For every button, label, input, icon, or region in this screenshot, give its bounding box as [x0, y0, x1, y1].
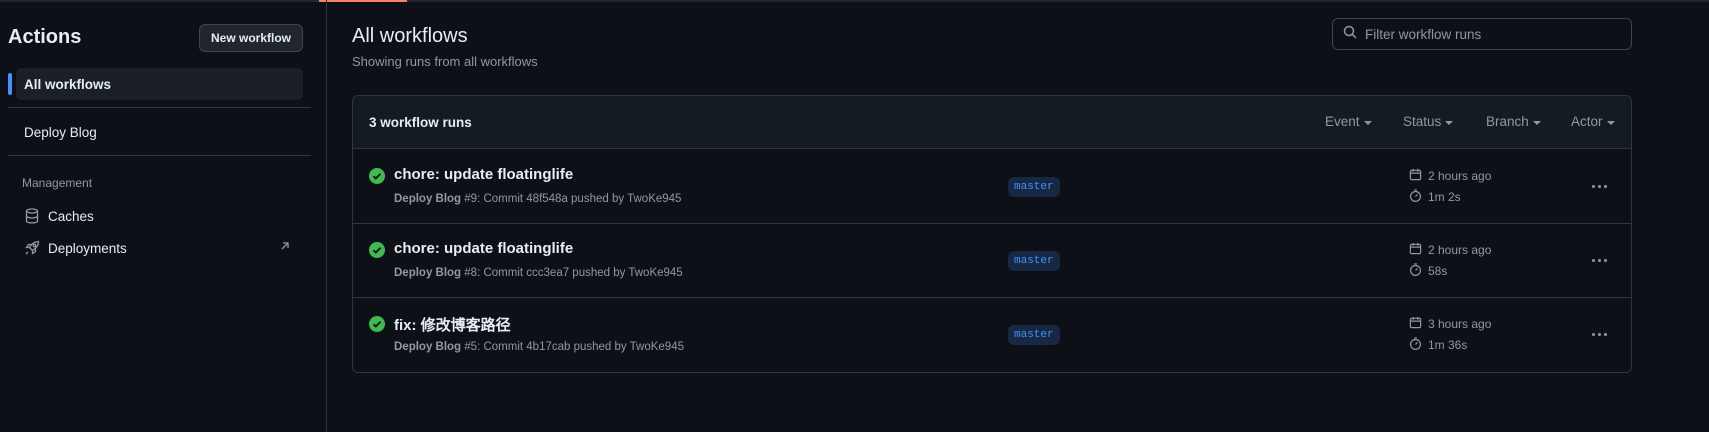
run-title[interactable]: chore: update floatinglife — [394, 240, 573, 257]
more-options-button[interactable] — [1587, 176, 1611, 196]
run-workflow-name: Deploy Blog — [394, 341, 462, 353]
sidebar-divider — [8, 155, 311, 156]
sidebar-item-label: Caches — [48, 208, 94, 224]
success-check-icon — [369, 242, 385, 258]
calendar-icon — [1409, 168, 1422, 184]
workflow-run-row[interactable]: chore: update floatinglife Deploy Blog #… — [353, 150, 1631, 224]
sidebar-item-label: Deployments — [48, 240, 127, 256]
actor-filter-label: Actor — [1571, 114, 1603, 129]
sidebar-item-deployments[interactable]: Deployments — [16, 233, 303, 263]
chevron-down-icon — [1606, 120, 1615, 125]
run-time: 2 hours ago — [1409, 168, 1491, 184]
run-workflow-name: Deploy Blog — [394, 193, 462, 205]
stopwatch-icon — [1409, 337, 1422, 353]
run-when: 3 hours ago — [1428, 317, 1492, 331]
status-filter[interactable]: Status — [1403, 114, 1454, 129]
rocket-icon — [24, 240, 40, 256]
run-meta-text: #5: Commit 4b17cab pushed by TwoKe945 — [461, 341, 684, 353]
event-filter-label: Event — [1325, 114, 1360, 129]
page-subtitle: Showing runs from all workflows — [352, 54, 538, 69]
active-tab-underline — [319, 0, 407, 2]
run-duration-value: 1m 2s — [1428, 190, 1461, 204]
run-title[interactable]: fix: 修改博客路径 — [394, 314, 511, 335]
more-options-button[interactable] — [1587, 324, 1611, 344]
run-duration: 1m 2s — [1409, 189, 1461, 205]
success-check-icon — [369, 316, 385, 332]
active-indicator — [8, 73, 12, 95]
filter-workflow-runs[interactable] — [1332, 18, 1632, 50]
workflow-run-row[interactable]: fix: 修改博客路径 Deploy Blog #5: Commit 4b17c… — [353, 298, 1631, 372]
sidebar-title: Actions — [8, 26, 82, 48]
branch-badge[interactable]: master — [1008, 251, 1060, 271]
new-workflow-button[interactable]: New workflow — [199, 24, 303, 52]
filter-input[interactable] — [1365, 26, 1615, 42]
sidebar-divider — [8, 107, 311, 108]
run-meta: Deploy Blog #5: Commit 4b17cab pushed by… — [394, 341, 684, 353]
status-filter-label: Status — [1403, 114, 1442, 129]
page-title: All workflows — [352, 25, 468, 47]
actor-filter[interactable]: Actor — [1571, 114, 1615, 129]
run-duration: 1m 36s — [1409, 337, 1467, 353]
chevron-down-icon — [1363, 120, 1372, 125]
sidebar-item-deploy-blog[interactable]: Deploy Blog — [16, 117, 303, 147]
database-icon — [24, 208, 40, 224]
run-meta-text: #8: Commit ccc3ea7 pushed by TwoKe945 — [461, 267, 683, 279]
stopwatch-icon — [1409, 263, 1422, 279]
sidebar: Actions New workflow All workflows Deplo… — [0, 0, 327, 432]
run-time: 2 hours ago — [1409, 242, 1491, 258]
search-icon — [1343, 25, 1357, 44]
run-duration-value: 58s — [1428, 264, 1448, 278]
stopwatch-icon — [1409, 189, 1422, 205]
run-time: 3 hours ago — [1409, 316, 1491, 332]
more-options-button[interactable] — [1587, 250, 1611, 270]
run-when: 2 hours ago — [1428, 243, 1492, 257]
run-duration-value: 1m 36s — [1428, 338, 1468, 352]
branch-badge[interactable]: master — [1008, 177, 1060, 197]
branch-filter[interactable]: Branch — [1486, 114, 1541, 129]
chevron-down-icon — [1532, 120, 1541, 125]
external-link-icon — [279, 240, 293, 254]
sidebar-item-caches[interactable]: Caches — [16, 201, 303, 231]
calendar-icon — [1409, 242, 1422, 258]
chevron-down-icon — [1445, 120, 1454, 125]
run-duration: 58s — [1409, 263, 1447, 279]
runs-count: 3 workflow runs — [369, 115, 472, 130]
branch-badge[interactable]: master — [1008, 325, 1060, 345]
run-when: 2 hours ago — [1428, 169, 1492, 183]
management-heading: Management — [22, 176, 93, 190]
actions-page: Actions New workflow All workflows Deplo… — [0, 0, 1709, 432]
sidebar-item-all-workflows[interactable]: All workflows — [16, 68, 303, 100]
branch-filter-label: Branch — [1486, 114, 1529, 129]
run-meta-text: #9: Commit 48f548a pushed by TwoKe945 — [461, 193, 682, 205]
event-filter[interactable]: Event — [1325, 114, 1372, 129]
workflow-runs-list: 3 workflow runs Event Status Branch Acto… — [352, 95, 1632, 373]
calendar-icon — [1409, 316, 1422, 332]
run-meta: Deploy Blog #9: Commit 48f548a pushed by… — [394, 193, 681, 205]
workflow-run-row[interactable]: chore: update floatinglife Deploy Blog #… — [353, 224, 1631, 298]
success-check-icon — [369, 168, 385, 184]
run-workflow-name: Deploy Blog — [394, 267, 462, 279]
runs-header: 3 workflow runs Event Status Branch Acto… — [353, 96, 1631, 149]
run-meta: Deploy Blog #8: Commit ccc3ea7 pushed by… — [394, 267, 683, 279]
run-title[interactable]: chore: update floatinglife — [394, 166, 573, 183]
